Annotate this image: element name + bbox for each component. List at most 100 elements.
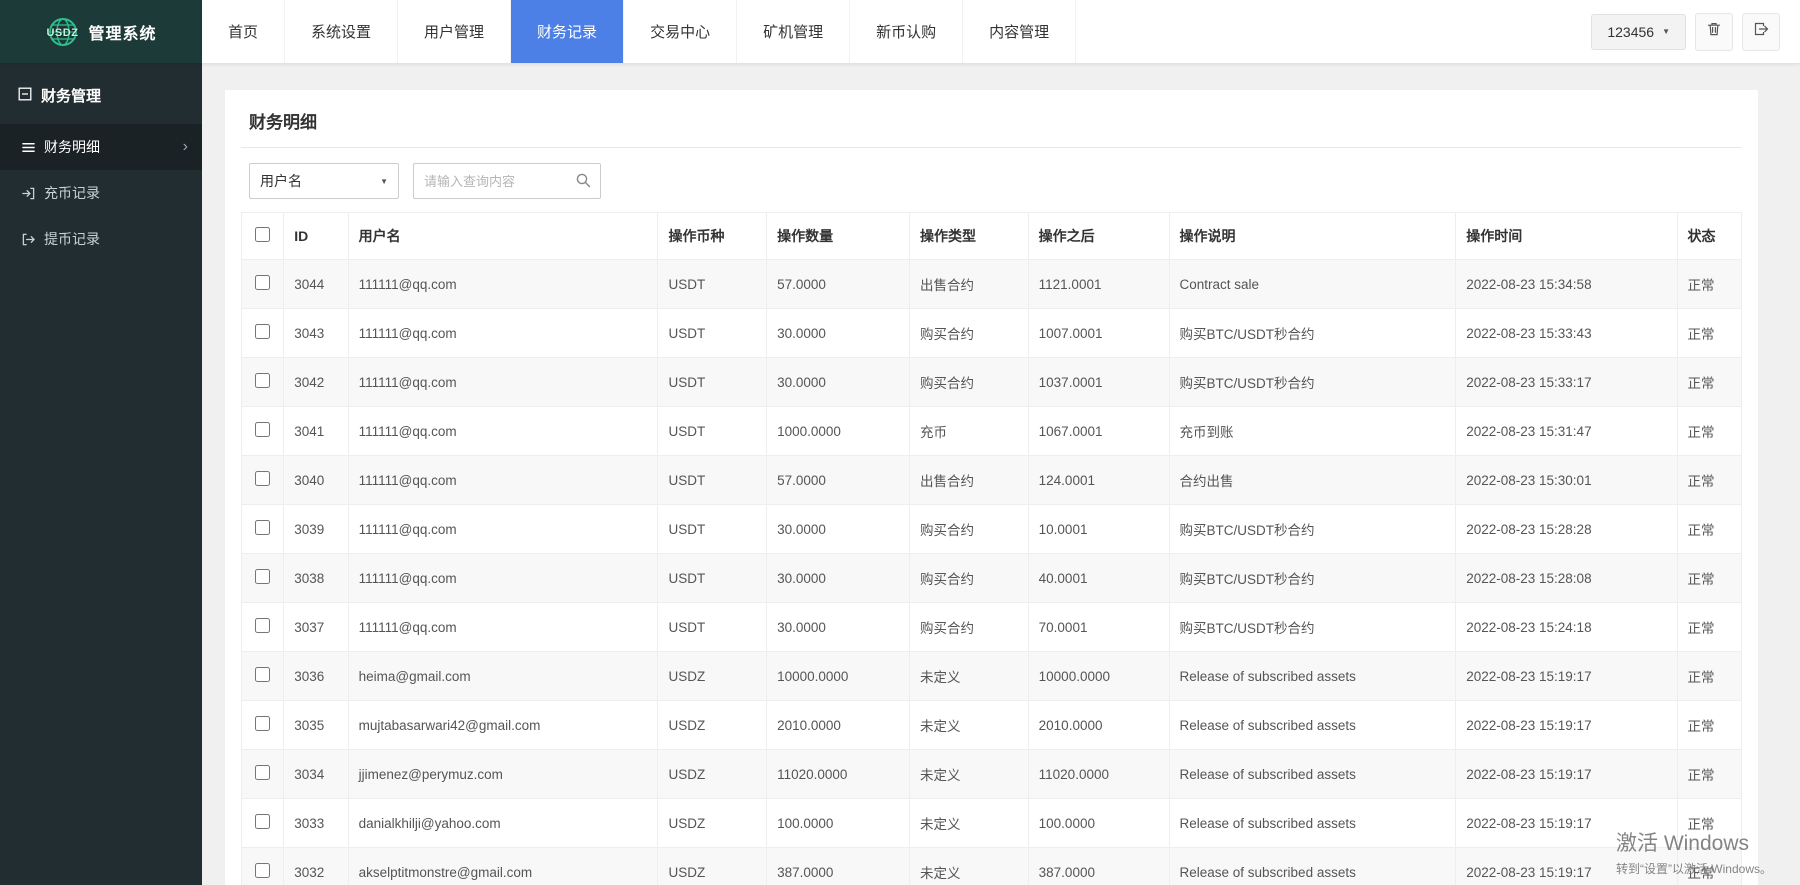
row-checkbox-cell bbox=[240, 651, 285, 701]
table-row: 3044 111111@qq.com USDT 57.0000 出售合约 1121.000… bbox=[240, 259, 1743, 309]
search-icon[interactable] bbox=[575, 172, 592, 189]
row-checkbox[interactable] bbox=[255, 716, 271, 731]
table-cell: 正常 bbox=[1676, 700, 1743, 750]
table-cell: 30.0000 bbox=[766, 357, 910, 407]
table-cell: 3042 bbox=[283, 357, 349, 407]
nav-tab-5[interactable]: 交易中心 bbox=[624, 0, 738, 63]
list-icon bbox=[22, 141, 35, 154]
sidebar: 财务管理 财务明细 › 充币记录提币记录 bbox=[0, 63, 202, 885]
row-checkbox[interactable] bbox=[255, 618, 271, 633]
search-input[interactable] bbox=[413, 163, 601, 199]
row-checkbox[interactable] bbox=[255, 520, 271, 535]
table-cell: 2022-08-23 15:33:17 bbox=[1455, 357, 1678, 407]
row-checkbox[interactable] bbox=[255, 863, 271, 878]
table-header-row: ID 用户名 操作币种 操作数量 操作类型 操作之后 操作说明 操作时间 状态 bbox=[240, 212, 1743, 260]
row-checkbox[interactable] bbox=[255, 373, 271, 388]
row-checkbox[interactable] bbox=[255, 569, 271, 584]
logout-icon bbox=[1753, 21, 1769, 42]
sidebar-item-2[interactable]: 充币记录 bbox=[0, 170, 202, 216]
table-cell: 购买BTC/USDT秒合约 bbox=[1168, 308, 1457, 358]
sidebar-section-finance[interactable]: 财务管理 bbox=[0, 63, 202, 124]
row-checkbox[interactable] bbox=[255, 324, 271, 339]
table-cell: 111111@qq.com bbox=[347, 357, 659, 407]
table-cell: 3032 bbox=[283, 847, 349, 885]
table-cell: 1121.0001 bbox=[1027, 259, 1170, 309]
table-cell: 387.0000 bbox=[766, 847, 910, 885]
row-checkbox-cell bbox=[240, 259, 285, 309]
sidebar-item-1[interactable]: 财务明细 › bbox=[0, 124, 202, 170]
table-cell: 124.0001 bbox=[1027, 455, 1170, 505]
nav-tab-8[interactable]: 内容管理 bbox=[963, 0, 1077, 63]
table-body: 3044 111111@qq.com USDT 57.0000 出售合约 1121.000… bbox=[240, 259, 1743, 885]
row-checkbox[interactable] bbox=[255, 471, 271, 486]
logout-button[interactable] bbox=[1742, 12, 1780, 51]
table-cell: 正常 bbox=[1676, 749, 1743, 799]
nav-tab-1[interactable]: 首页 bbox=[202, 0, 286, 63]
table-cell: 111111@qq.com bbox=[347, 455, 659, 505]
row-checkbox-cell bbox=[240, 357, 285, 407]
user-dropdown-button[interactable]: 123456 ▼ bbox=[1591, 13, 1686, 50]
nav-tab-2[interactable]: 系统设置 bbox=[285, 0, 399, 63]
column-header: 操作数量 bbox=[766, 212, 910, 260]
table-cell: Release of subscribed assets bbox=[1168, 651, 1457, 701]
table-cell: USDZ bbox=[657, 847, 768, 885]
table-cell: 1067.0001 bbox=[1027, 406, 1170, 456]
row-checkbox[interactable] bbox=[255, 667, 271, 682]
table-cell: 30.0000 bbox=[766, 308, 910, 358]
table-cell: 10.0001 bbox=[1027, 504, 1170, 554]
table-cell: USDT bbox=[657, 259, 768, 309]
row-checkbox[interactable] bbox=[255, 765, 271, 780]
table-cell: 2022-08-23 15:34:58 bbox=[1455, 259, 1678, 309]
sidebar-item-3[interactable]: 提币记录 bbox=[0, 216, 202, 262]
nav-tab-7[interactable]: 新币认购 bbox=[850, 0, 964, 63]
table-cell: 购买合约 bbox=[908, 602, 1029, 652]
page-title: 财务明细 bbox=[241, 104, 1742, 148]
table-cell: 2010.0000 bbox=[1027, 700, 1170, 750]
table-cell: 出售合约 bbox=[908, 455, 1029, 505]
column-header: 用户名 bbox=[347, 212, 659, 260]
brand-usdz-text: USDZ bbox=[46, 26, 79, 39]
table-cell: 充币 bbox=[908, 406, 1029, 456]
row-checkbox[interactable] bbox=[255, 814, 271, 829]
table-cell: 10000.0000 bbox=[766, 651, 910, 701]
table-cell: 11020.0000 bbox=[766, 749, 910, 799]
table-cell: USDZ bbox=[657, 651, 768, 701]
row-checkbox[interactable] bbox=[255, 422, 271, 437]
table-cell: 2022-08-23 15:24:18 bbox=[1455, 602, 1678, 652]
content-card: 财务明细 用户名 ▼ 请输入查询内容 ID 用户名 操作币种 操作数量 操作类型… bbox=[225, 90, 1758, 885]
globe-icon: USDZ bbox=[45, 14, 81, 50]
trash-icon bbox=[1706, 21, 1722, 42]
table-cell: 2022-08-23 15:19:17 bbox=[1455, 749, 1678, 799]
table-cell: 购买BTC/USDT秒合约 bbox=[1168, 504, 1457, 554]
table-cell: 正常 bbox=[1676, 504, 1743, 554]
table-row: 3043 111111@qq.com USDT 30.0000 购买合约 1007.000… bbox=[240, 308, 1743, 358]
trash-button[interactable] bbox=[1695, 12, 1733, 51]
nav-tab-4[interactable]: 财务记录 bbox=[511, 0, 625, 63]
row-checkbox[interactable] bbox=[255, 275, 271, 290]
table-cell: jjimenez@perymuz.com bbox=[347, 749, 659, 799]
table-row: 3041 111111@qq.com USDT 1000.0000 充币 1067.000… bbox=[240, 406, 1743, 456]
column-header: 操作币种 bbox=[657, 212, 768, 260]
table-cell: 2022-08-23 15:28:08 bbox=[1455, 553, 1678, 603]
nav-tab-3[interactable]: 用户管理 bbox=[398, 0, 512, 63]
table-cell: 3043 bbox=[283, 308, 349, 358]
table-cell: 3039 bbox=[283, 504, 349, 554]
table-cell: USDT bbox=[657, 553, 768, 603]
table-row: 3036 heima@gmail.com USDZ 10000.0000 未定义 1000… bbox=[240, 651, 1743, 701]
select-all-checkbox[interactable] bbox=[255, 227, 271, 242]
table-cell: 2022-08-23 15:28:28 bbox=[1455, 504, 1678, 554]
row-checkbox-cell bbox=[240, 602, 285, 652]
table-row: 3034 jjimenez@perymuz.com USDZ 11020.0000 未定… bbox=[240, 749, 1743, 799]
table-cell: USDZ bbox=[657, 798, 768, 848]
table-cell: USDZ bbox=[657, 749, 768, 799]
table-cell: 正常 bbox=[1676, 259, 1743, 309]
sign-in-icon bbox=[22, 187, 35, 200]
table-cell: 111111@qq.com bbox=[347, 504, 659, 554]
finance-table: ID 用户名 操作币种 操作数量 操作类型 操作之后 操作说明 操作时间 状态 3044 1111… bbox=[240, 212, 1743, 885]
field-select[interactable]: 用户名 ▼ bbox=[249, 163, 399, 199]
table-cell: 出售合约 bbox=[908, 259, 1029, 309]
table-cell: 购买BTC/USDT秒合约 bbox=[1168, 602, 1457, 652]
sidebar-item-label: 提币记录 bbox=[44, 231, 100, 247]
nav-tab-6[interactable]: 矿机管理 bbox=[737, 0, 851, 63]
table-cell: 购买合约 bbox=[908, 308, 1029, 358]
